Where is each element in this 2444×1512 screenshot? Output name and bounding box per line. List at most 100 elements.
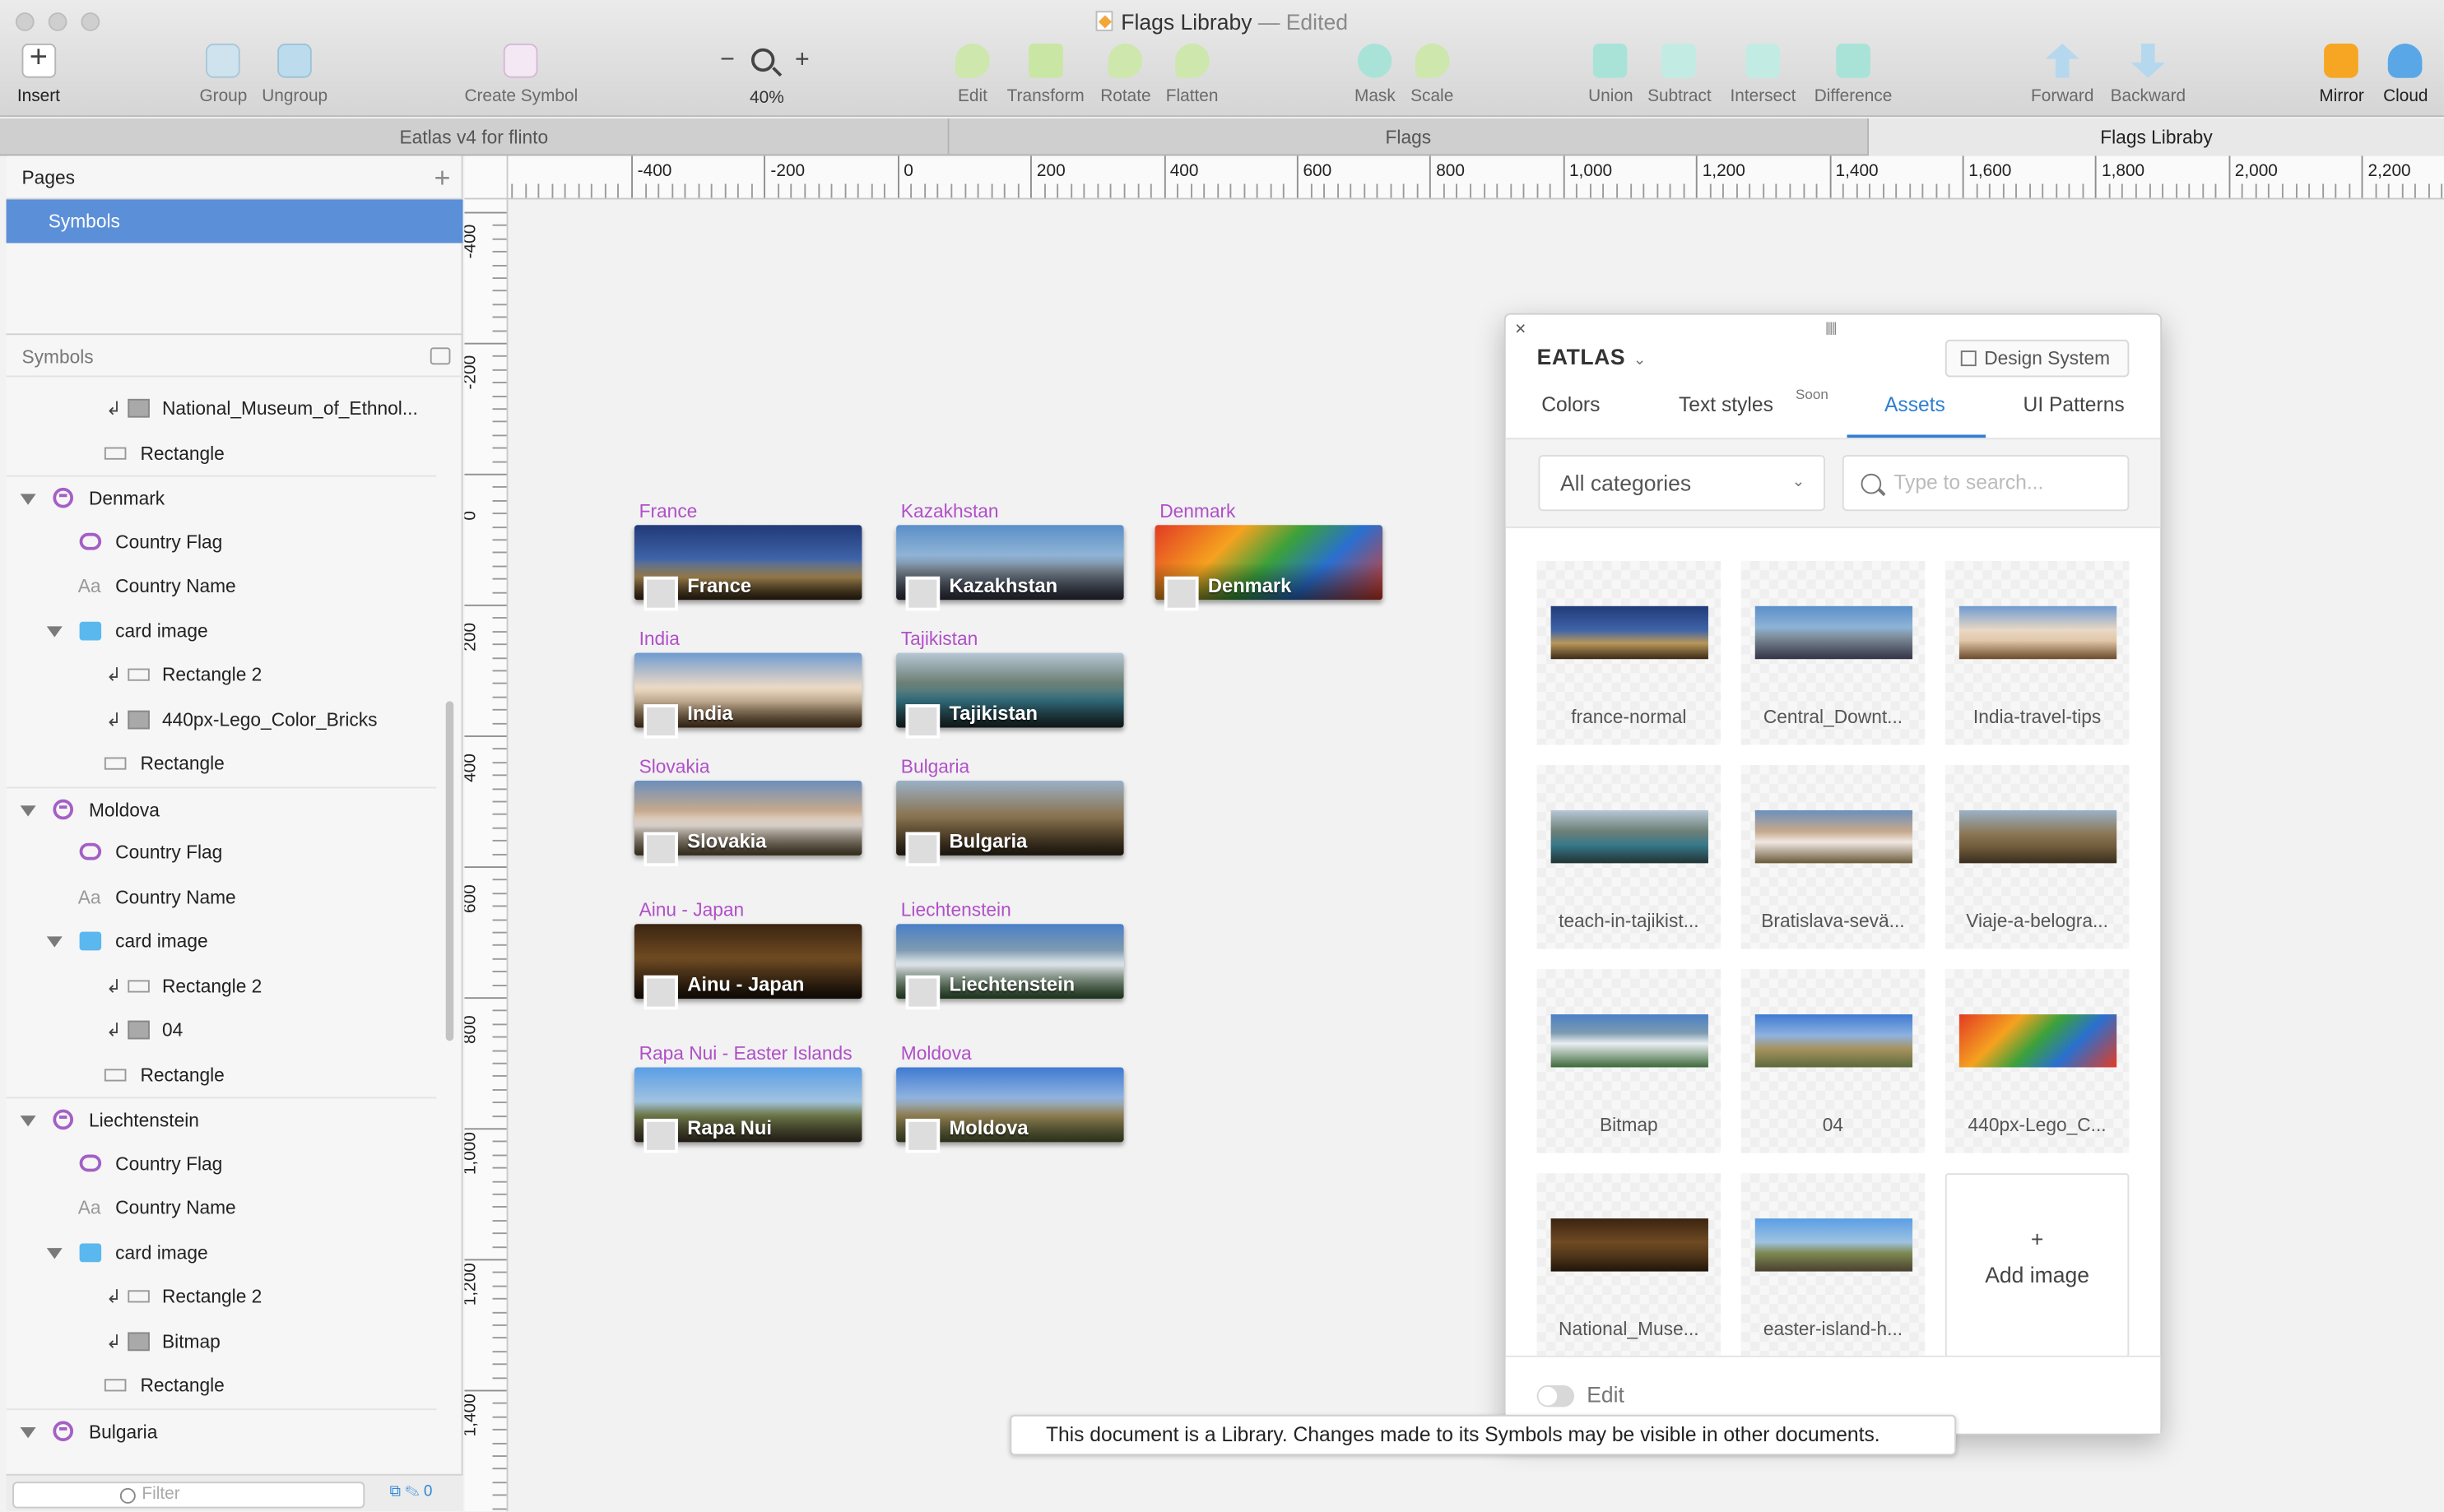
layer-row[interactable]: ↲ 04 xyxy=(7,1008,437,1051)
layer-row[interactable]: Rectangle xyxy=(7,742,437,786)
mirror-button[interactable]: Mirror xyxy=(2319,44,2364,106)
edit-button[interactable]: Edit xyxy=(955,44,990,106)
country-card[interactable]: Liechtenstein Liechtenstein xyxy=(896,899,1124,1010)
country-card[interactable]: Tajikistan Tajikistan xyxy=(896,628,1124,739)
difference-button[interactable]: Difference xyxy=(1814,44,1892,106)
layer-row[interactable]: ↲ National_Museum_of_Ethnol... xyxy=(7,387,437,430)
artboard-label[interactable]: Denmark xyxy=(1159,500,1235,522)
artboard-label[interactable]: France xyxy=(639,500,698,522)
artboard-label[interactable]: Kazakhstan xyxy=(901,500,999,522)
disclosure-triangle-icon[interactable] xyxy=(20,1115,36,1127)
layer-row[interactable]: card image xyxy=(7,1231,437,1274)
layer-row[interactable]: ↲ Bitmap xyxy=(7,1320,437,1363)
symbol-group-liechtenstein[interactable]: Liechtenstein xyxy=(6,1097,437,1141)
symbol-group-denmark[interactable]: Denmark xyxy=(6,475,437,519)
layer-row[interactable]: Rectangle xyxy=(7,432,437,475)
rotate-button[interactable]: Rotate xyxy=(1100,44,1151,106)
tab-flags-libraby[interactable]: Flags Libraby xyxy=(1869,118,2444,156)
country-card[interactable]: Bulgaria Bulgaria xyxy=(896,756,1124,867)
layer-row[interactable]: ↲ Rectangle 2 xyxy=(7,653,437,697)
asset-tile[interactable]: Central_Downt... xyxy=(1740,560,1926,745)
disclosure-triangle-icon[interactable] xyxy=(20,494,36,505)
asset-tile[interactable]: Bitmap xyxy=(1536,969,1721,1153)
tab-assets[interactable]: Assets xyxy=(1884,392,1945,415)
subtract-button[interactable]: Subtract xyxy=(1647,44,1712,106)
asset-tile[interactable]: Bratislava-sevä... xyxy=(1740,765,1926,949)
ungroup-button[interactable]: Ungroup xyxy=(262,44,328,106)
artboard-label[interactable]: Slovakia xyxy=(639,756,710,778)
asset-tile[interactable]: 440px-Lego_C... xyxy=(1945,969,2130,1153)
layer-row[interactable]: Country Flag xyxy=(7,831,437,874)
country-card[interactable]: Ainu - Japan Ainu - Japan xyxy=(634,899,862,1010)
design-system-button[interactable]: Design System xyxy=(1945,339,2130,378)
symbol-group-moldova[interactable]: Moldova xyxy=(6,786,437,831)
group-button[interactable]: Group xyxy=(199,44,247,106)
page-item-symbols[interactable]: Symbols xyxy=(6,199,463,243)
tab-eatlas[interactable]: Eatlas v4 for flinto xyxy=(0,118,950,156)
add-page-button[interactable]: + xyxy=(434,155,450,199)
asset-tile[interactable]: Viaje-a-belogra... xyxy=(1945,765,2130,949)
layer-row[interactable]: Aa Country Name xyxy=(7,564,437,608)
cloud-button[interactable]: Cloud xyxy=(2383,44,2428,106)
add-image-button[interactable]: + Add image xyxy=(1945,1173,2130,1356)
layer-filter-input[interactable]: Filter xyxy=(12,1482,365,1509)
layer-row[interactable]: Rectangle xyxy=(7,1363,437,1407)
flatten-button[interactable]: Flatten xyxy=(1166,44,1219,106)
layer-row[interactable]: Aa Country Name xyxy=(7,875,437,919)
asset-tile[interactable]: National_Muse... xyxy=(1536,1173,1721,1356)
country-card[interactable]: Moldova Moldova xyxy=(896,1042,1124,1153)
close-panel-button[interactable]: × xyxy=(1515,318,1526,340)
mask-button[interactable]: Mask xyxy=(1354,44,1396,106)
asset-tile[interactable]: france-normal xyxy=(1536,560,1721,745)
layers-scrollbar[interactable] xyxy=(445,701,454,1041)
layer-row[interactable]: card image xyxy=(7,920,437,963)
disclosure-triangle-icon[interactable] xyxy=(46,626,63,638)
tab-flags[interactable]: Flags xyxy=(950,118,1870,156)
artboard-label[interactable]: Moldova xyxy=(901,1042,972,1064)
disclosure-triangle-icon[interactable] xyxy=(46,936,63,948)
asset-search-input[interactable]: Type to search... xyxy=(1842,455,2130,512)
category-select[interactable]: All categories ⌄ xyxy=(1538,455,1825,512)
asset-tile[interactable]: 04 xyxy=(1740,969,1926,1153)
asset-tile[interactable]: teach-in-tajikist... xyxy=(1536,765,1721,949)
country-card[interactable]: Kazakhstan Kazakhstan xyxy=(896,500,1124,611)
tab-colors[interactable]: Colors xyxy=(1541,392,1600,415)
layer-row[interactable]: card image xyxy=(7,610,437,653)
disclosure-triangle-icon[interactable] xyxy=(46,1248,63,1259)
country-card[interactable]: Slovakia Slovakia xyxy=(634,756,862,867)
drag-handle-icon[interactable]: ||||| xyxy=(1825,319,1838,335)
union-button[interactable]: Union xyxy=(1588,44,1633,106)
intersect-button[interactable]: Intersect xyxy=(1730,44,1796,106)
tab-text-styles[interactable]: Text styles xyxy=(1679,392,1773,415)
asset-tile[interactable]: India-travel-tips xyxy=(1945,560,2130,745)
country-card[interactable]: Rapa Nui - Easter Islands Rapa Nui xyxy=(634,1042,862,1153)
scale-button[interactable]: Scale xyxy=(1410,44,1453,106)
filter-options-icon[interactable]: ⧉ ✎ 0 xyxy=(390,1483,433,1500)
brand-dropdown[interactable]: EATLAS ⌄ xyxy=(1537,345,1647,369)
backward-button[interactable]: Backward xyxy=(2111,44,2186,106)
layer-row[interactable]: ↲ Rectangle 2 xyxy=(7,1274,437,1318)
collapse-layers-icon[interactable] xyxy=(430,347,451,365)
layer-row[interactable]: Country Flag xyxy=(7,1142,437,1185)
edit-toggle[interactable] xyxy=(1536,1384,1575,1408)
edited-status[interactable]: — Edited xyxy=(1258,9,1348,34)
layer-row[interactable]: ↲ Rectangle 2 xyxy=(7,964,437,1008)
layer-row[interactable]: Rectangle xyxy=(7,1053,437,1097)
country-card[interactable]: India India xyxy=(634,628,862,739)
artboard-label[interactable]: Liechtenstein xyxy=(901,899,1011,921)
zoom-in-button[interactable]: + xyxy=(795,47,810,75)
layer-row[interactable]: ↲ 440px-Lego_Color_Bricks xyxy=(7,698,437,742)
forward-button[interactable]: Forward xyxy=(2031,44,2093,106)
create-symbol-button[interactable]: Create Symbol xyxy=(464,44,578,106)
insert-button[interactable]: Insert xyxy=(17,40,60,106)
artboard-label[interactable]: Bulgaria xyxy=(901,756,969,778)
disclosure-triangle-icon[interactable] xyxy=(20,1426,36,1439)
disclosure-triangle-icon[interactable] xyxy=(20,805,36,817)
layer-row[interactable]: Aa Country Name xyxy=(7,1185,437,1229)
layer-row[interactable]: Country Flag xyxy=(7,1452,437,1465)
asset-tile[interactable]: easter-island-h... xyxy=(1740,1173,1926,1356)
transform-button[interactable]: Transform xyxy=(1007,44,1085,106)
tab-ui-patterns[interactable]: UI Patterns xyxy=(2024,392,2125,415)
vertical-ruler[interactable]: -400 -200 0 200 400 600 800 1,000 1,200 1,400 xyxy=(464,199,509,1512)
horizontal-ruler[interactable]: -400 -200 0 200 400 600 800 1,000 1,200 1,400 1,60… xyxy=(508,155,2444,200)
